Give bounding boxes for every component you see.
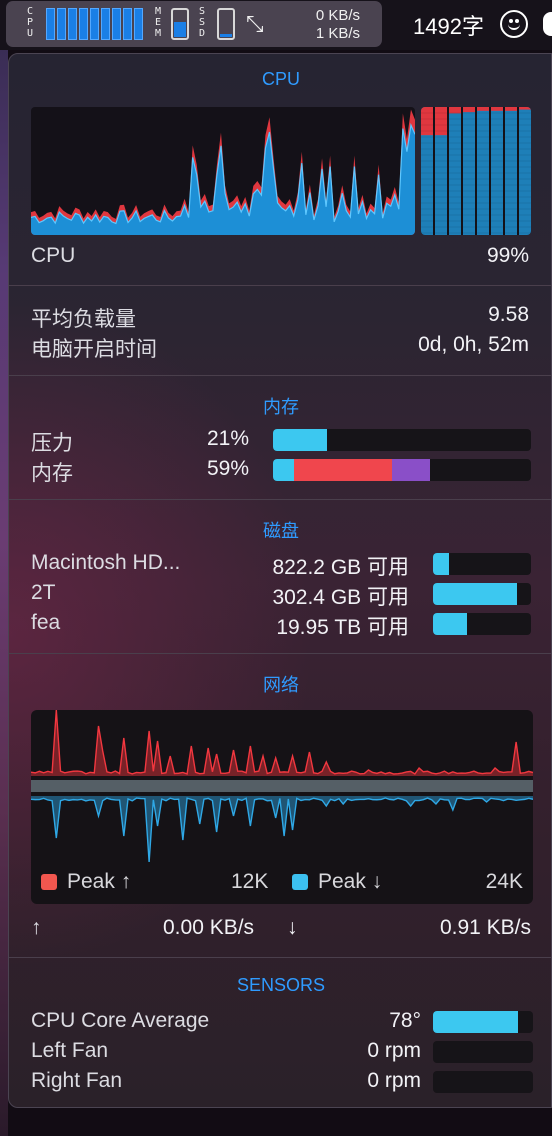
disk-name: Macintosh HD... [31,551,181,574]
cpu-menu-label: C P U [26,6,34,39]
memory-mini-gauge [171,8,189,40]
sensor-value: 0 rpm [367,1069,421,1092]
menu-bar: C P U M E M S S D ⤡ 0 KB/s 1 KB/s 1492字 [0,0,552,50]
upload-peak-label: Peak ↑ [67,870,132,893]
sensor-bar [433,1011,533,1033]
cpu-core-bar [491,107,503,235]
divider [9,499,551,500]
memory-pressure-bar [273,429,531,451]
disk-usage-bar [433,553,531,575]
cpu-usage-value: 99% [486,244,529,267]
disk-free: 302.4 GB 可用 [272,586,409,609]
cpu-core-mini-bar [134,8,143,40]
bar-segment [273,459,294,481]
upload-legend-swatch [41,874,57,890]
cpu-core-mini-bars [46,8,143,40]
cpu-label: CPU [31,244,76,267]
cpu-core-bar [519,107,531,235]
sensor-label: Left Fan [31,1039,109,1062]
disk-section-title: 磁盘 [263,521,299,541]
download-rate: 0.91 KB/s [439,916,531,939]
bar-segment [391,459,431,481]
cpu-core-mini-bar [101,8,110,40]
upload-arrow-icon: ↑ [31,916,42,939]
memory-usage-value: 59% [206,457,249,480]
divider [9,375,551,376]
cpu-core-bar [449,107,461,235]
ssd-menu-label: S S D [198,6,206,39]
word-count-menu-item[interactable]: 1492字 [413,9,484,41]
mem-menu-label: M E M [154,6,162,39]
sensor-label: CPU Core Average [31,1009,210,1032]
cpu-core-mini-bar [90,8,99,40]
istat-menu-item[interactable]: C P U M E M S S D ⤡ 0 KB/s 1 KB/s [6,1,382,47]
bar-segment [433,613,468,635]
network-history-graph: Peak ↑ 12K Peak ↓ 24K [31,710,533,904]
uptime-label: 电脑开启时间 [31,338,157,361]
ssd-mini-gauge [217,8,235,40]
menu-net-down-rate: 1 KB/s [315,25,360,42]
load-average-label: 平均负载量 [31,308,136,331]
cpu-core-mini-bar [68,8,77,40]
sensor-bar [433,1041,533,1063]
sensor-label: Right Fan [31,1069,123,1092]
memory-usage-label: 内存 [31,462,73,485]
menu-net-up-rate: 0 KB/s [315,7,360,24]
cpu-core-bar [505,107,517,235]
bar-segment [433,583,518,605]
cpu-core-mini-bar [46,8,55,40]
upload-peak-value: 12K [231,870,269,893]
sensor-value: 0 rpm [367,1039,421,1062]
cpu-section-title: CPU [261,69,300,89]
memory-pressure-value: 21% [206,427,249,450]
bar-segment [273,429,328,451]
disk-usage-bar [433,583,531,605]
bar-segment [293,459,392,481]
cpu-core-mini-bar [57,8,66,40]
cpu-core-bar [463,107,475,235]
cpu-core-mini-bar [79,8,88,40]
sensor-value: 78° [389,1009,421,1032]
download-legend-swatch [292,874,308,890]
download-peak-value: 24K [485,870,523,893]
upload-rate: 0.00 KB/s [163,916,255,939]
sensor-bar [433,1071,533,1093]
sensors-section-title: SENSORS [236,975,326,995]
divider [9,957,551,958]
divider [9,653,551,654]
cpu-history-graph [31,107,415,235]
cpu-core-mini-bar [112,8,121,40]
memory-usage-bar [273,459,531,481]
cpu-core-bar [477,107,489,235]
istat-dropdown-panel: CPU CPU 99% 平均负载量 9.58 电脑开启时间 0d, 0h, 52… [8,53,552,1108]
disk-free: 19.95 TB 可用 [276,616,409,639]
download-arrow-icon: ↓ [287,916,298,939]
load-average-value: 9.58 [488,303,529,326]
bar-segment [433,553,449,575]
disk-free: 822.2 GB 可用 [272,556,409,579]
menu-extra-icon[interactable] [543,12,552,36]
memory-pressure-label: 压力 [31,432,73,455]
desktop-background [0,50,8,1136]
smiley-face-icon[interactable] [500,10,528,38]
bar-segment [433,1011,518,1033]
cpu-core-mini-bar [123,8,132,40]
memory-section-title: 内存 [263,397,299,417]
divider [9,285,551,286]
cpu-core-bars [421,107,531,235]
download-peak-label: Peak ↓ [318,870,383,893]
disk-name: fea [31,611,61,634]
disk-usage-bar [433,613,531,635]
network-section-title: 网络 [263,675,299,695]
uptime-value: 0d, 0h, 52m [418,333,529,356]
disk-name: 2T [31,581,56,604]
